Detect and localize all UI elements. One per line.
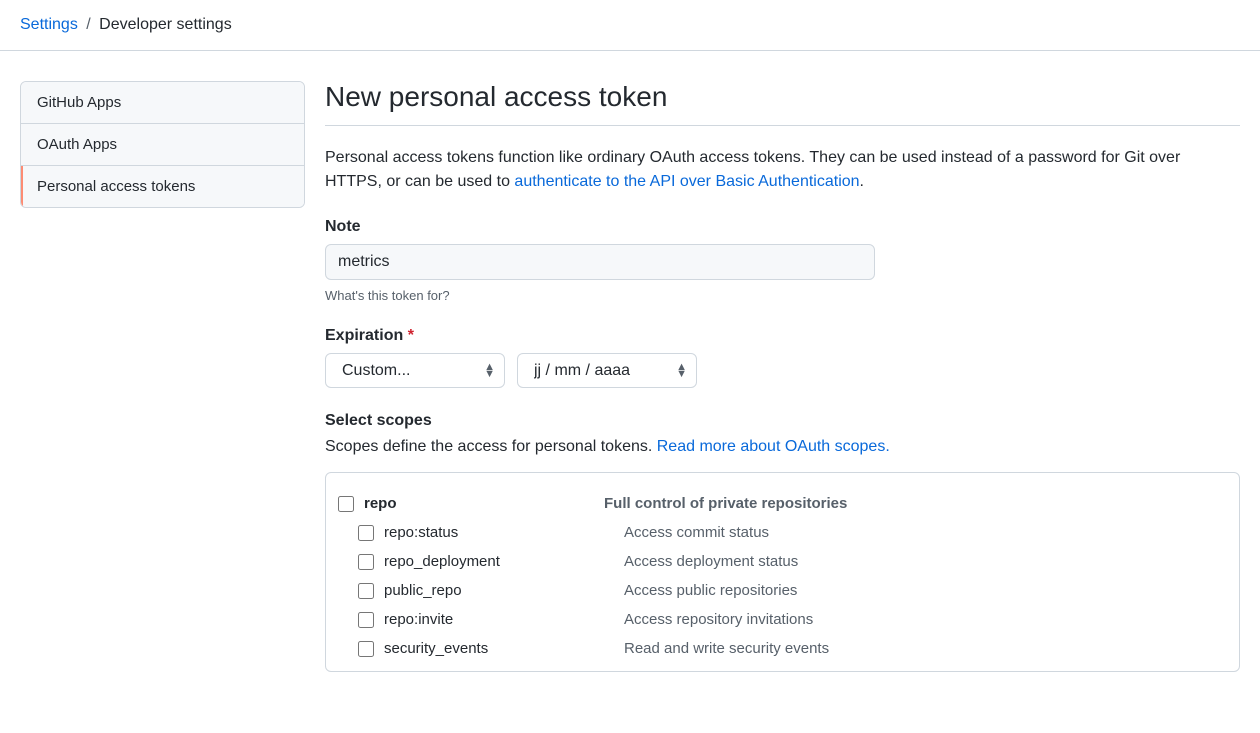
note-label: Note xyxy=(325,218,1240,236)
breadcrumb-parent-link[interactable]: Settings xyxy=(20,16,78,33)
intro-auth-link[interactable]: authenticate to the API over Basic Authe… xyxy=(514,173,859,190)
scope-desc: Read and write security events xyxy=(624,640,829,657)
note-help-text: What's this token for? xyxy=(325,288,1240,303)
scope-name: public_repo xyxy=(384,582,624,599)
scope-desc: Full control of private repositories xyxy=(604,495,847,512)
expiration-group: Expiration * Custom... ▲▼ jj / mm / aaaa… xyxy=(325,327,1240,388)
scope-desc: Access deployment status xyxy=(624,553,798,570)
scope-name: repo xyxy=(364,495,604,512)
scope-checkbox-public-repo[interactable] xyxy=(358,583,374,599)
scopes-desc-text: Scopes define the access for personal to… xyxy=(325,438,657,455)
breadcrumb-separator: / xyxy=(86,16,90,33)
scope-name: repo:invite xyxy=(384,611,624,628)
scopes-group: Select scopes Scopes define the access f… xyxy=(325,412,1240,672)
scope-row-repo-deployment: repo_deployment Access deployment status xyxy=(338,547,1227,576)
scopes-header: Select scopes xyxy=(325,412,1240,430)
intro-text-after: . xyxy=(860,173,864,190)
breadcrumb-current: Developer settings xyxy=(99,16,232,33)
scopes-box: repo Full control of private repositorie… xyxy=(325,472,1240,672)
scope-name: security_events xyxy=(384,640,624,657)
required-indicator: * xyxy=(408,327,414,344)
scope-row-security-events: security_events Read and write security … xyxy=(338,634,1227,663)
scope-desc: Access commit status xyxy=(624,524,769,541)
note-group: Note What's this token for? xyxy=(325,218,1240,303)
scope-desc: Access public repositories xyxy=(624,582,797,599)
expiration-label: Expiration * xyxy=(325,327,1240,345)
scope-name: repo_deployment xyxy=(384,553,624,570)
note-input[interactable] xyxy=(325,244,875,280)
scope-checkbox-repo-invite[interactable] xyxy=(358,612,374,628)
sidebar-item-oauth-apps[interactable]: OAuth Apps xyxy=(21,124,304,166)
scopes-description: Scopes define the access for personal to… xyxy=(325,438,1240,456)
scope-row-repo: repo Full control of private repositorie… xyxy=(338,489,1227,518)
breadcrumb: Settings / Developer settings xyxy=(0,0,1260,51)
sidebar-item-github-apps[interactable]: GitHub Apps xyxy=(21,82,304,124)
scope-row-public-repo: public_repo Access public repositories xyxy=(338,576,1227,605)
scope-desc: Access repository invitations xyxy=(624,611,813,628)
scope-checkbox-security-events[interactable] xyxy=(358,641,374,657)
sidebar-menu: GitHub Apps OAuth Apps Personal access t… xyxy=(20,81,305,208)
scope-name: repo:status xyxy=(384,524,624,541)
scopes-read-more-link[interactable]: Read more about OAuth scopes. xyxy=(657,438,890,455)
scope-checkbox-repo[interactable] xyxy=(338,496,354,512)
scope-checkbox-repo-status[interactable] xyxy=(358,525,374,541)
page-title: New personal access token xyxy=(325,81,1240,126)
scope-row-repo-invite: repo:invite Access repository invitation… xyxy=(338,605,1227,634)
sidebar: GitHub Apps OAuth Apps Personal access t… xyxy=(20,81,305,696)
intro-text: Personal access tokens function like ord… xyxy=(325,146,1240,194)
expiration-select[interactable]: Custom... xyxy=(325,353,505,388)
sidebar-item-personal-access-tokens[interactable]: Personal access tokens xyxy=(21,166,304,207)
expiration-label-text: Expiration xyxy=(325,327,403,344)
scope-checkbox-repo-deployment[interactable] xyxy=(358,554,374,570)
scope-row-repo-status: repo:status Access commit status xyxy=(338,518,1227,547)
main-content: New personal access token Personal acces… xyxy=(325,81,1240,696)
expiration-date-input[interactable]: jj / mm / aaaa xyxy=(517,353,697,388)
